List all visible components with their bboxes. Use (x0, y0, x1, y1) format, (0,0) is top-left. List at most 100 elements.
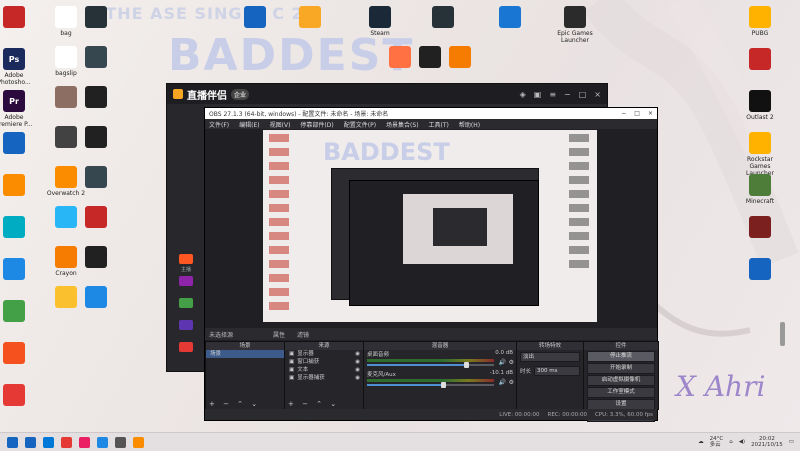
channel-settings-icon[interactable]: ⚙ (509, 359, 514, 366)
desktop-icon[interactable] (0, 174, 34, 198)
volume-knob[interactable] (464, 362, 470, 368)
app-icon (749, 90, 771, 112)
visibility-icon[interactable]: ◉ (355, 374, 360, 382)
desktop-icon[interactable] (76, 86, 116, 110)
filters-button[interactable]: 滤镜 (297, 330, 309, 339)
volume-slider[interactable] (367, 382, 494, 388)
network-icon[interactable]: ⌂ (729, 439, 733, 445)
desktop-icon[interactable] (0, 132, 34, 156)
volume-icon[interactable]: ◀) (739, 439, 745, 445)
host-badge[interactable]: 企业 (231, 88, 250, 100)
control-button[interactable]: 开始录制 (587, 363, 655, 374)
visibility-icon[interactable]: ◉ (355, 366, 360, 374)
taskbar-app-icon[interactable] (43, 436, 54, 448)
mute-icon[interactable]: 🔊 (499, 379, 506, 386)
obs-close-icon[interactable]: × (648, 110, 653, 117)
desktop-icon[interactable] (740, 48, 780, 72)
taskbar-app-icon[interactable] (115, 436, 126, 448)
obs-menu-item[interactable]: 编辑(E) (239, 120, 259, 129)
minimize-icon[interactable]: − (564, 90, 571, 99)
desktop-icon[interactable] (76, 246, 116, 270)
source-item[interactable]: ▣ 显示器 ◉ (285, 350, 363, 358)
host-sidebar-item[interactable] (171, 276, 201, 288)
desktop-icon[interactable]: Rockstar Games Launcher (740, 132, 780, 177)
mute-icon[interactable]: 🔊 (499, 359, 506, 366)
control-button[interactable]: 工作室模式 (587, 387, 655, 398)
desktop-icon[interactable] (76, 46, 116, 70)
control-button[interactable]: 停止推流 (587, 351, 655, 362)
clock[interactable]: 20:02 2021/10/15 (751, 436, 783, 448)
properties-button[interactable]: 属性 (273, 330, 285, 339)
source-item[interactable]: ▣ 显示器捕获 ◉ (285, 374, 363, 382)
desktop-icon[interactable] (76, 286, 116, 310)
desktop-icon[interactable] (76, 6, 116, 30)
close-icon[interactable]: × (594, 90, 601, 99)
desktop-icon[interactable] (0, 6, 34, 30)
visibility-icon[interactable]: ◉ (355, 350, 360, 358)
obs-maximize-icon[interactable]: □ (634, 110, 640, 117)
obs-menu-item[interactable]: 工具(T) (429, 120, 449, 129)
desktop-icon[interactable] (0, 384, 34, 408)
settings-icon[interactable]: ≡ (549, 90, 556, 99)
desktop-icon-label: Outlast 2 (746, 114, 774, 121)
maximize-icon[interactable]: □ (579, 90, 587, 99)
desktop-icon[interactable] (235, 6, 275, 30)
desktop-icon[interactable] (0, 300, 34, 324)
desktop-icon[interactable] (76, 126, 116, 150)
desktop-icon[interactable] (0, 342, 34, 366)
scrollbar[interactable] (780, 322, 785, 346)
host-sidebar-item[interactable] (171, 342, 201, 354)
desktop-icon[interactable]: Pr Adobe Premiere P... (0, 90, 34, 128)
obs-menu-item[interactable]: 视图(V) (270, 120, 291, 129)
control-button[interactable]: 启动虚拟摄像机 (587, 375, 655, 386)
notification-icon[interactable]: ▭ (789, 439, 794, 445)
desktop-icon[interactable] (76, 166, 116, 190)
visibility-icon[interactable]: ◉ (355, 358, 360, 366)
scenes-footer[interactable]: + − ⌃ ⌄ (209, 400, 260, 408)
desktop-icon[interactable]: PUBG (740, 6, 780, 37)
desktop-icon[interactable] (0, 216, 34, 240)
obs-menu-item[interactable]: 配置文件(P) (344, 120, 376, 129)
sources-footer[interactable]: + − ⌃ ⌄ (288, 400, 339, 408)
obs-menu-item[interactable]: 场景集合(S) (386, 120, 419, 129)
channel-settings-icon[interactable]: ⚙ (509, 379, 514, 386)
taskbar-app-icon[interactable] (61, 436, 72, 448)
desktop-icon[interactable]: Minecraft (740, 174, 780, 205)
start-icon[interactable] (7, 436, 18, 448)
desktop-icon[interactable] (490, 6, 530, 30)
volume-slider[interactable] (367, 362, 494, 368)
desktop-icon[interactable] (440, 46, 480, 70)
message-icon[interactable]: ▣ (534, 90, 542, 99)
volume-knob[interactable] (441, 382, 447, 388)
obs-menu-item[interactable]: 停靠部件(D) (300, 120, 333, 129)
taskbar-app-icon[interactable] (133, 436, 144, 448)
taskbar-app-icon[interactable] (97, 436, 108, 448)
obs-minimize-icon[interactable]: − (621, 110, 626, 117)
host-sidebar-item[interactable]: 主播 (171, 254, 201, 273)
desktop-icon[interactable] (0, 258, 34, 282)
source-item[interactable]: ▣ 文本 ◉ (285, 366, 363, 374)
obs-menu-item[interactable]: 文件(F) (209, 120, 229, 129)
host-sidebar-item[interactable] (171, 320, 201, 332)
transition-select[interactable]: 淡出 (520, 352, 580, 362)
desktop-icon[interactable] (76, 206, 116, 230)
obs-preview[interactable]: BADDEST (263, 130, 597, 322)
taskbar-app-icon[interactable] (25, 436, 36, 448)
desktop-icon[interactable]: Steam (360, 6, 400, 37)
weather-icon[interactable]: ☁ (698, 439, 704, 445)
desktop-icon[interactable]: Epic Games Launcher (555, 6, 595, 44)
scene-item[interactable]: 场景 (206, 350, 284, 358)
weather[interactable]: 24°C 多云 (710, 436, 724, 448)
desktop-icon[interactable] (290, 6, 330, 30)
taskbar-app-icon[interactable] (79, 436, 90, 448)
duration-input[interactable]: 300 ms (534, 366, 580, 376)
host-sidebar-item[interactable] (171, 298, 201, 310)
desktop-icon[interactable] (740, 258, 780, 282)
obs-menu-item[interactable]: 帮助(H) (459, 120, 480, 129)
skin-icon[interactable]: ◈ (520, 90, 526, 99)
source-item[interactable]: ▣ 窗口捕获 ◉ (285, 358, 363, 366)
desktop-icon[interactable] (423, 6, 463, 30)
desktop-icon[interactable]: Ps Adobe Photosho... (0, 48, 34, 86)
desktop-icon[interactable]: Outlast 2 (740, 90, 780, 121)
desktop-icon[interactable] (740, 216, 780, 240)
